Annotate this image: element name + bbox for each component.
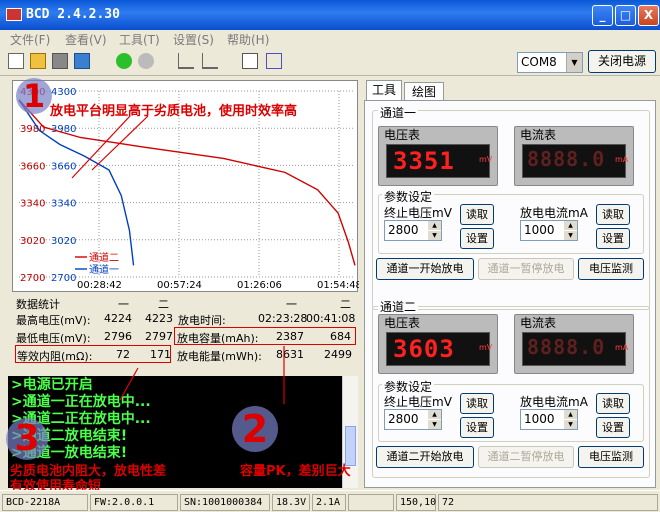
spin-up-icon[interactable]: ▲ (428, 410, 441, 419)
ch1-voltmeter-label: 电压表 (384, 128, 421, 142)
ch1-current-lcd: 8888.0 mA (522, 144, 629, 178)
ch1-stop-set-button[interactable]: 设置 (460, 228, 494, 249)
ch1-voltage-unit: mV (479, 155, 493, 164)
status-empty (348, 494, 394, 511)
status-extra: 72 (438, 494, 658, 511)
status-coords: 150,10 (396, 494, 436, 511)
ch1-stop-read-button[interactable]: 读取 (460, 204, 494, 225)
ch1-voltage-lcd: 3351 mV (386, 144, 493, 178)
spin-down-icon[interactable]: ▼ (564, 231, 577, 240)
ch2-stop-voltage-input[interactable]: 2800 ▲ ▼ (384, 409, 442, 430)
ch1-stop-voltage-label: 终止电压mV (384, 206, 452, 220)
ch1-params-label: 参数设定 (382, 188, 435, 205)
ch1-current-unit: mA (615, 155, 629, 164)
ch2-stop-voltage-label: 终止电压mV (384, 395, 452, 409)
ch2-stop-voltage-value: 2800 (388, 412, 419, 426)
ch2-stop-set-button[interactable]: 设置 (460, 417, 494, 438)
ch2-monitor-button[interactable]: 电压监测 (578, 446, 644, 468)
channel-1-title: 通道一 (378, 104, 419, 121)
control-panel: 工具 绘图 通道一 电压表 3351 mV 电流表 8888.0 mA 参数设定… (364, 80, 656, 488)
ch2-current-lcd: 8888.0 mA (522, 332, 629, 366)
spin-up-icon[interactable]: ▲ (564, 221, 577, 230)
status-serial: SN:1001000384 (180, 494, 270, 511)
status-bar: BCD-2218A FW:2.0.0.1 SN:1001000384 18.3V… (0, 490, 660, 512)
ch1-current-set-label: 放电电流mA (520, 206, 588, 220)
ch1-monitor-button[interactable]: 电压监测 (578, 258, 644, 280)
ch2-voltage-unit: mV (479, 343, 493, 352)
ch1-current-set-button[interactable]: 设置 (596, 228, 630, 249)
spin-up-icon[interactable]: ▲ (564, 410, 577, 419)
ch2-stop-read-button[interactable]: 读取 (460, 393, 494, 414)
ch2-ammeter-label: 电流表 (520, 316, 557, 330)
tab-tools[interactable]: 工具 (366, 80, 402, 100)
ch2-current-set-button[interactable]: 设置 (596, 417, 630, 438)
ch1-stop-voltage-value: 2800 (388, 223, 419, 237)
ch2-current-value: 1000 (524, 412, 555, 426)
spin-down-icon[interactable]: ▼ (428, 231, 441, 240)
ch1-stop-voltage-input[interactable]: 2800 ▲ ▼ (384, 220, 442, 241)
ch1-current-input[interactable]: 1000 ▲ ▼ (520, 220, 578, 241)
ch2-current-unit: mA (615, 343, 629, 352)
spin-down-icon[interactable]: ▼ (428, 420, 441, 429)
ch1-current-value: 1000 (524, 223, 555, 237)
ch1-voltage-display: 3351 (393, 147, 455, 175)
ch1-current-read-button[interactable]: 读取 (596, 204, 630, 225)
ch1-ammeter-label: 电流表 (520, 128, 557, 142)
ch2-pause-button[interactable]: 通道二暂停放电 (478, 446, 574, 468)
ch2-voltmeter-label: 电压表 (384, 316, 421, 330)
status-voltage: 18.3V (272, 494, 310, 511)
status-current: 2.1A (312, 494, 346, 511)
ch1-pause-button[interactable]: 通道一暂停放电 (478, 258, 574, 280)
ch1-start-button[interactable]: 通道一开始放电 (376, 258, 474, 280)
ch2-current-read-button[interactable]: 读取 (596, 393, 630, 414)
ch1-current-display: 8888.0 (527, 147, 606, 171)
spin-up-icon[interactable]: ▲ (428, 221, 441, 230)
status-model: BCD-2218A (2, 494, 88, 511)
spin-down-icon[interactable]: ▼ (564, 420, 577, 429)
ch2-voltage-lcd: 3603 mV (386, 332, 493, 366)
ch2-start-button[interactable]: 通道二开始放电 (376, 446, 474, 468)
ch2-voltage-display: 3603 (393, 335, 455, 363)
channel-2-title: 通道二 (378, 298, 419, 315)
status-firmware: FW:2.0.0.1 (90, 494, 178, 511)
ch2-current-display: 8888.0 (527, 335, 606, 359)
ch2-current-set-label: 放电电流mA (520, 395, 588, 409)
ch2-current-input[interactable]: 1000 ▲ ▼ (520, 409, 578, 430)
tab-plot[interactable]: 绘图 (404, 82, 444, 102)
